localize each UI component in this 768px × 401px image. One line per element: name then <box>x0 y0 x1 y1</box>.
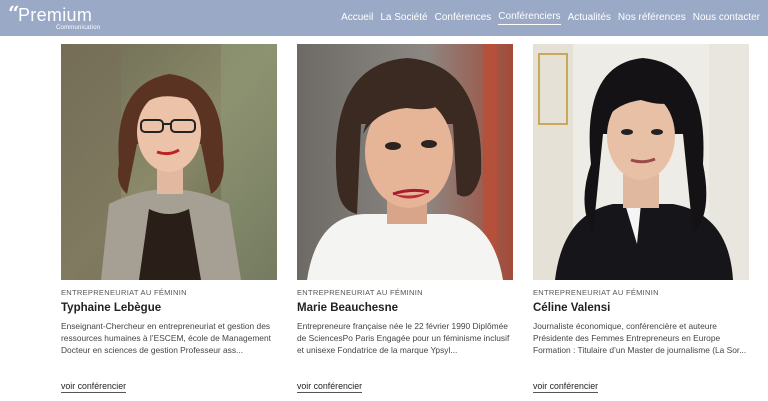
view-speaker-link[interactable]: voir conférencier <box>533 381 599 393</box>
nav-nos-references[interactable]: Nos références <box>618 12 686 25</box>
nav-conferenciers[interactable]: Conférenciers <box>498 11 561 25</box>
logo-name: Premium <box>18 4 93 25</box>
view-speaker-link[interactable]: voir conférencier <box>61 381 127 393</box>
logo-quote-mark: “ <box>8 0 20 25</box>
speaker-photo-typhaine[interactable] <box>61 44 277 280</box>
nav-nous-contacter[interactable]: Nous contacter <box>693 12 760 25</box>
logo-subtitle: Communication <box>56 24 101 31</box>
speaker-description: Journaliste économique, conférencière et… <box>533 321 747 355</box>
speaker-description: Enseignant-Chercheur en entrepreneuriat … <box>61 321 271 355</box>
site-header: “ Premium Communication Accueil La Socié… <box>0 0 768 36</box>
brand-logo[interactable]: “ Premium Communication <box>8 0 101 31</box>
speaker-card: ENTREPRENEURIAT AU FÉMININ Typhaine Lebè… <box>61 44 277 394</box>
portrait-image <box>61 44 277 280</box>
nav-accueil[interactable]: Accueil <box>341 12 373 25</box>
nav-actualites[interactable]: Actualités <box>568 12 611 25</box>
page: “ Premium Communication Accueil La Socié… <box>0 0 768 401</box>
view-speaker-link[interactable]: voir conférencier <box>297 381 363 393</box>
speaker-name[interactable]: Céline Valensi <box>533 302 749 314</box>
speaker-cards: ENTREPRENEURIAT AU FÉMININ Typhaine Lebè… <box>61 44 749 394</box>
speaker-name[interactable]: Typhaine Lebègue <box>61 302 277 314</box>
portrait-image <box>297 44 513 280</box>
nav-la-societe[interactable]: La Société <box>380 12 427 25</box>
speaker-photo-marie[interactable] <box>297 44 513 280</box>
speaker-description: Entrepreneure française née le 22 févrie… <box>297 321 510 355</box>
speaker-photo-celine[interactable] <box>533 44 749 280</box>
speaker-category: ENTREPRENEURIAT AU FÉMININ <box>61 288 187 297</box>
nav-conferences[interactable]: Conférences <box>435 12 492 25</box>
speaker-name[interactable]: Marie Beauchesne <box>297 302 513 314</box>
speaker-category: ENTREPRENEURIAT AU FÉMININ <box>297 288 423 297</box>
speaker-category: ENTREPRENEURIAT AU FÉMININ <box>533 288 659 297</box>
speaker-card: ENTREPRENEURIAT AU FÉMININ Céline Valens… <box>533 44 749 394</box>
portrait-image <box>533 44 749 280</box>
speaker-card: ENTREPRENEURIAT AU FÉMININ Marie Beauche… <box>297 44 513 394</box>
main-nav: Accueil La Société Conférences Conférenc… <box>341 11 760 25</box>
